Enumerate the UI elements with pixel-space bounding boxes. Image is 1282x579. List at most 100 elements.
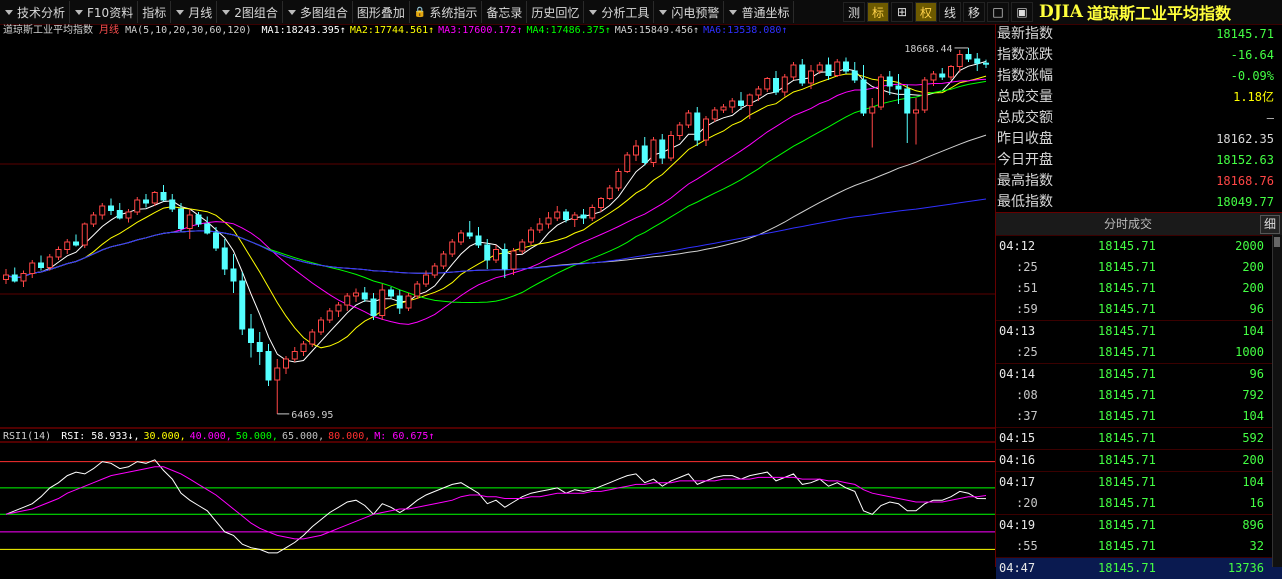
rsi-legend: RSI1(14) RSI: 58.933↓, 30.000, 40.000, 50.0… [3, 430, 434, 444]
candle-body [869, 106, 876, 114]
trade-price: 18145.71 [1098, 302, 1156, 316]
candle-body [151, 192, 158, 204]
menu-5[interactable]: 多图组合 [283, 1, 353, 23]
trade-row[interactable]: :20 18145.71 16 [996, 493, 1282, 514]
menu-0[interactable]: 技术分析 [0, 1, 71, 23]
tool-button-7[interactable]: ▣ [1011, 2, 1033, 22]
trade-price: 18145.71 [1098, 345, 1156, 359]
candle-body [641, 145, 648, 163]
candle-body [615, 171, 622, 189]
trade-price: 18145.71 [1098, 431, 1156, 445]
candle-body [974, 58, 981, 64]
menu-6[interactable]: 图形叠加 [353, 1, 410, 23]
trade-time: 04:13 [999, 324, 1036, 338]
trade-row[interactable]: 04:15 18145.71 592 [996, 427, 1282, 449]
tool-button-1[interactable]: 标 [867, 2, 889, 22]
trade-volume: 96 [1249, 367, 1264, 381]
candle-body [116, 210, 123, 219]
tool-button-3[interactable]: 权 [915, 2, 937, 22]
trade-time: :51 [1016, 281, 1038, 295]
trade-row[interactable]: :59 18145.71 96 [996, 299, 1282, 320]
high-label: 18668.44 [904, 44, 952, 55]
trade-row[interactable]: :51 18145.71 200 [996, 278, 1282, 299]
trade-row[interactable]: :25 18145.71 200 [996, 257, 1282, 278]
candle-body [134, 199, 141, 213]
dropdown-arrow-icon [588, 7, 598, 18]
candle-body [99, 205, 106, 216]
trade-row[interactable]: 04:17 18145.71 104 [996, 471, 1282, 493]
menu-label: 月线 [188, 5, 213, 20]
scrollbar-thumb[interactable] [1274, 237, 1280, 247]
trade-row[interactable]: :55 18145.71 32 [996, 536, 1282, 557]
ma6-line [5, 198, 987, 279]
candle-body [598, 198, 604, 208]
candle-body [904, 88, 911, 114]
candle-body [720, 106, 727, 111]
menu-3[interactable]: 月线 [171, 1, 218, 23]
candle-body [318, 319, 324, 333]
candle-body [790, 64, 797, 78]
candle-body [808, 70, 814, 84]
menu-7[interactable]: 🔒 系统指示 [410, 1, 483, 23]
candle-body [440, 253, 447, 267]
candle-body [230, 268, 237, 282]
candle-body [396, 295, 403, 309]
candle-body [326, 310, 333, 321]
candle-body [729, 100, 736, 108]
candle-body [256, 342, 263, 352]
trade-row[interactable]: :25 18145.71 1000 [996, 342, 1282, 363]
candle-body [624, 154, 631, 172]
trade-row[interactable]: 04:47 18145.71 13736 [996, 557, 1282, 579]
trade-row[interactable]: 04:16 18145.71 200 [996, 449, 1282, 471]
trade-row[interactable]: 04:14 18145.71 96 [996, 363, 1282, 385]
rsi-legend-item: RSI: 58.933↓, [61, 431, 140, 442]
candle-body [3, 274, 9, 280]
candle-body [781, 76, 788, 93]
menu-1[interactable]: F10资料 [70, 1, 139, 23]
menu-10[interactable]: 分析工具 [584, 1, 655, 23]
candle-body [405, 295, 412, 309]
chart-period: 月线 [99, 25, 120, 36]
trade-row[interactable]: 04:19 18145.71 896 [996, 514, 1282, 536]
rsi-ma-line [5, 466, 987, 540]
candle-body [764, 78, 771, 90]
trade-time: 04:14 [999, 367, 1036, 381]
trades-title: 分时成交 [1103, 217, 1152, 231]
quote-label: 昨日收盘 [997, 131, 1053, 147]
menu-4[interactable]: 2图组合 [217, 1, 283, 23]
trades-scrollbar[interactable] [1272, 235, 1282, 567]
candle-body [195, 214, 202, 225]
candle-body [29, 262, 36, 274]
trade-volume: 1000 [1235, 345, 1264, 359]
kline-chart[interactable]: 6469.95 18668.44 [0, 24, 995, 567]
detail-button[interactable]: 细 [1260, 215, 1280, 234]
trade-price: 18145.71 [1098, 453, 1156, 467]
quote-row: 最高指数 18168.76 [996, 171, 1282, 192]
quote-label: 最高指数 [997, 173, 1053, 189]
menu-11[interactable]: 闪电预警 [654, 1, 725, 23]
tool-button-6[interactable]: □ [987, 2, 1009, 22]
menu-8[interactable]: 备忘录 [482, 1, 528, 23]
tool-button-4[interactable]: 线 [939, 2, 961, 22]
rsi-legend-item: 50.000, [235, 431, 278, 442]
candle-body [746, 94, 753, 106]
trade-volume: 200 [1242, 260, 1264, 274]
trade-row[interactable]: :37 18145.71 104 [996, 406, 1282, 427]
trade-row[interactable]: 04:13 18145.71 104 [996, 320, 1282, 342]
ma-legend-item: MA3:17600.172↑ [438, 25, 523, 36]
trade-volume: 32 [1249, 539, 1264, 553]
trade-row[interactable]: :08 18145.71 792 [996, 385, 1282, 406]
quote-value: -16.64 [1230, 48, 1274, 62]
menu-9[interactable]: 历史回忆 [527, 1, 585, 23]
candle-body [169, 199, 176, 210]
trade-row[interactable]: 04:12 18145.71 2000 [996, 235, 1282, 257]
tool-button-5[interactable]: 移 [963, 2, 985, 22]
trade-time: :25 [1016, 260, 1038, 274]
menu-12[interactable]: 普通坐标 [724, 1, 795, 23]
trade-volume: 13736 [1227, 561, 1264, 575]
chart-area[interactable]: 6469.95 18668.44 道琼斯工业平均指数 月线 MA(5,10,20,… [0, 24, 995, 567]
menu-2[interactable]: 指标 [138, 1, 172, 23]
tool-button-0[interactable]: 测 [843, 2, 865, 22]
tool-button-2[interactable]: ⊞ [891, 2, 913, 22]
candle-body [423, 274, 429, 285]
